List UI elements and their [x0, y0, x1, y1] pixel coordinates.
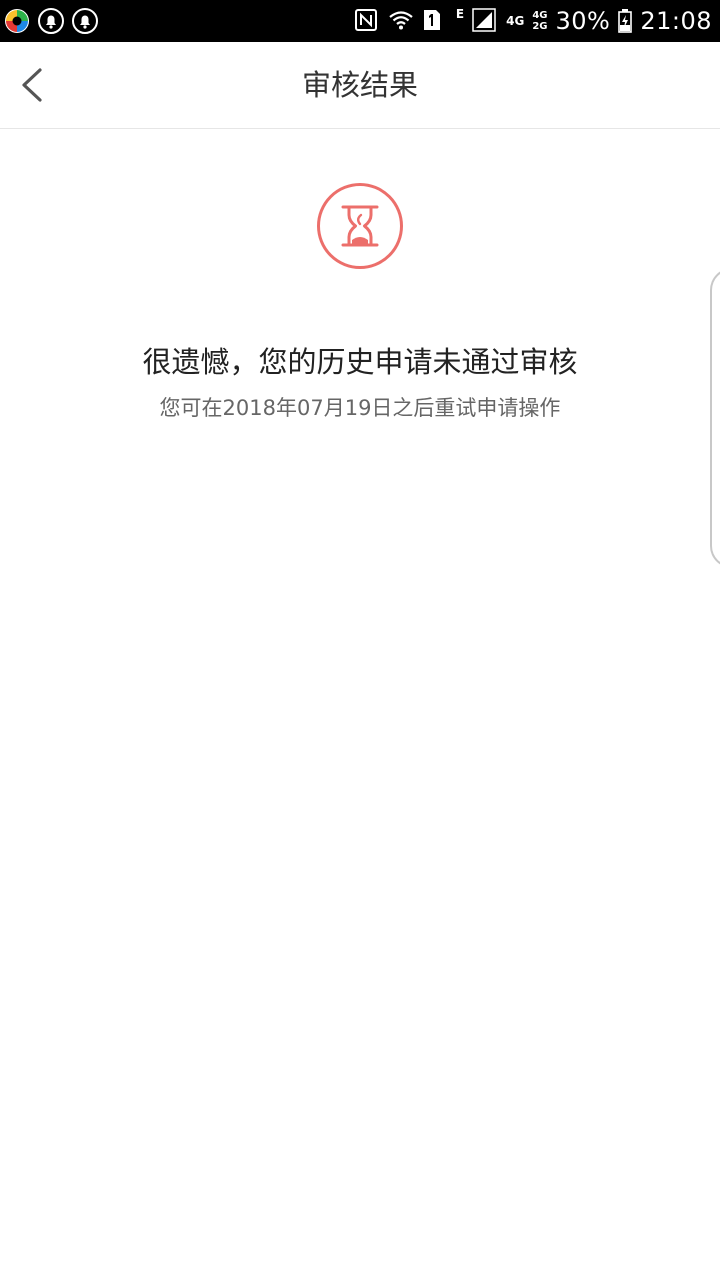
- result-title: 很遗憾，您的历史申请未通过审核: [142, 345, 578, 379]
- status-bar: E 4G 4G 2G 30% 21:08: [0, 0, 720, 42]
- status-bar-left: [4, 8, 98, 34]
- status-bar-right: E 4G 4G 2G 30% 21:08: [354, 0, 712, 42]
- network-type-e: E: [455, 7, 465, 21]
- result-description: 您可在2018年07月19日之后重试申请操作: [159, 396, 561, 420]
- status-time: 21:08: [640, 7, 712, 35]
- edge-panel-handle[interactable]: [710, 268, 720, 568]
- network-4g-2g-group: 4G 2G: [532, 9, 548, 32]
- nfc-icon: [354, 8, 380, 34]
- nav-bar: 审核结果: [0, 42, 720, 129]
- battery-percent: 30%: [555, 7, 611, 35]
- notification-bell-icon: [72, 8, 98, 34]
- signal-icon: [472, 8, 498, 34]
- app-logo-icon: [4, 8, 30, 34]
- wifi-icon: [388, 8, 414, 34]
- sim1-icon: [422, 8, 448, 34]
- battery-charging-icon: [618, 9, 633, 33]
- network-type-4g: 4G: [506, 14, 525, 28]
- network-type-4g-secondary: 4G: [532, 9, 548, 21]
- hourglass-icon: [315, 181, 405, 271]
- page-title: 审核结果: [301, 68, 418, 102]
- network-4g-group: 4G: [506, 15, 524, 27]
- notification-bell-icon: [38, 8, 64, 34]
- network-type-2g: 2G: [532, 20, 548, 32]
